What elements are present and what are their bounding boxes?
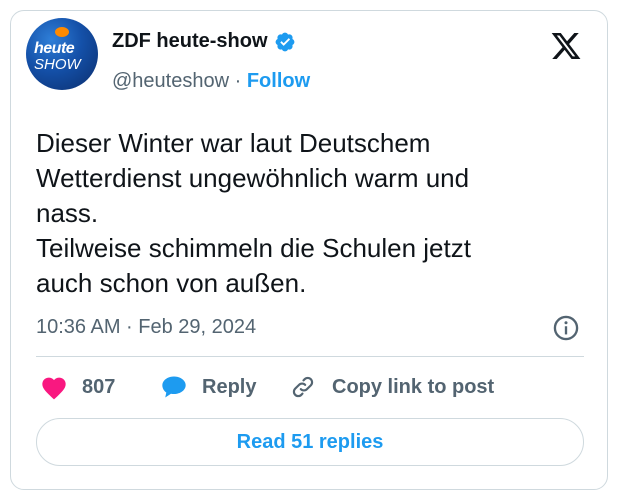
info-icon[interactable] [552, 314, 580, 342]
likes-count: 807 [82, 375, 116, 398]
separator: · [234, 70, 242, 92]
heart-icon [42, 377, 66, 400]
read-replies-label: Read 51 replies [236, 430, 384, 453]
avatar-text-line2: SHOW [34, 56, 81, 73]
avatar[interactable]: heute SHOW [26, 18, 98, 90]
x-logo-icon[interactable] [549, 30, 583, 62]
reply-bubble-icon [162, 376, 186, 398]
like-button[interactable]: 807 [40, 374, 115, 400]
reply-button[interactable]: Reply [160, 374, 256, 400]
reply-label: Reply [202, 375, 257, 398]
zdf-logo-icon [55, 27, 69, 37]
follow-button[interactable]: Follow [247, 70, 310, 92]
link-icon [292, 376, 314, 398]
author-name[interactable]: ZDF heute-show [112, 30, 268, 53]
copy-link-label: Copy link to post [332, 375, 495, 398]
author-handle[interactable]: @heuteshow [112, 70, 229, 92]
divider [36, 356, 584, 357]
copy-link-button[interactable]: Copy link to post [288, 374, 494, 400]
read-replies-button[interactable]: Read 51 replies [36, 418, 584, 466]
tweet-text: Dieser Winter war laut Deutschem Wetterd… [36, 128, 471, 298]
verified-badge-icon [275, 32, 294, 51]
author-name-row[interactable]: ZDF heute-show [112, 30, 296, 53]
tweet-timestamp[interactable]: 10:36 AM · Feb 29, 2024 [36, 316, 256, 339]
author-handle-row: @heuteshow · Follow [112, 70, 310, 93]
